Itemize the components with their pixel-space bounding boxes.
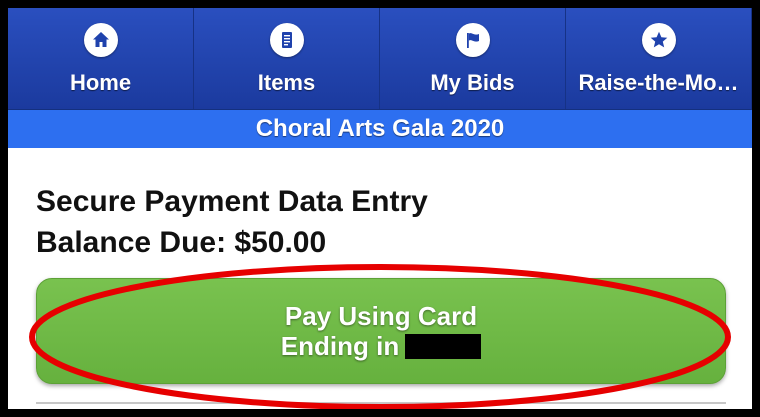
event-title: Choral Arts Gala 2020 (255, 115, 505, 142)
page-title: Secure Payment Data Entry (36, 185, 428, 218)
app-frame: Home Items My Bids Raise-the-Mo… Choral … (8, 8, 752, 409)
redacted-card-digits (405, 334, 482, 359)
home-icon (83, 23, 118, 57)
pay-using-card-button[interactable]: Pay Using Card Ending in (36, 278, 726, 384)
nav-item-items[interactable]: Items (194, 8, 380, 109)
event-title-bar: Choral Arts Gala 2020 (8, 110, 752, 148)
nav-item-home[interactable]: Home (8, 8, 194, 109)
nav-item-raise-the-money[interactable]: Raise-the-Mo… (566, 8, 752, 109)
document-icon (269, 23, 304, 57)
nav-label-items: Items (257, 70, 316, 95)
payment-content: Secure Payment Data Entry Balance Due: $… (8, 148, 752, 409)
nav-item-my-bids[interactable]: My Bids (380, 8, 566, 109)
balance-due: Balance Due: $50.00 (36, 226, 327, 259)
star-icon (641, 23, 676, 57)
pay-button-line1: Pay Using Card (284, 301, 478, 331)
nav-label-my-bids: My Bids (430, 70, 515, 95)
nav-label-raise-the-money: Raise-the-Mo… (578, 70, 739, 95)
flag-icon (455, 23, 490, 57)
pay-button-line2: Ending in (280, 331, 482, 361)
pay-button-ending-label: Ending in (280, 331, 400, 361)
top-nav-bar: Home Items My Bids Raise-the-Mo… (8, 8, 752, 110)
divider (36, 402, 726, 404)
nav-label-home: Home (69, 70, 132, 95)
